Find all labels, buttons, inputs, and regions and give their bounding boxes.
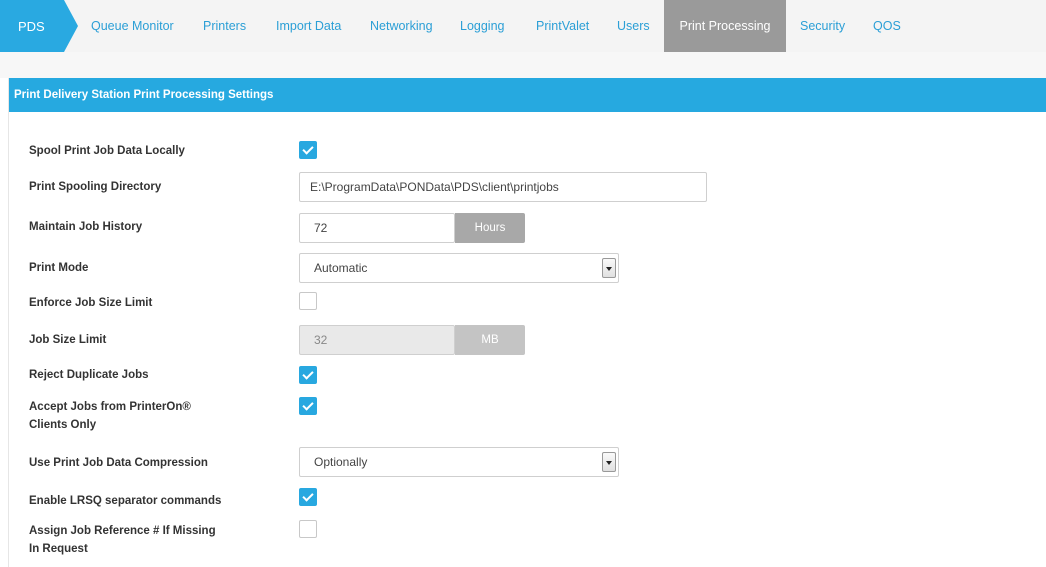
enforce-size-checkbox[interactable] [299,292,317,310]
tab-import-data[interactable]: Import Data [276,0,341,52]
label-spool-dir: Print Spooling Directory [29,181,162,193]
label-spool-locally: Spool Print Job Data Locally [29,145,185,157]
compression-value: Optionally [314,455,368,469]
panel-title: Print Delivery Station Print Processing … [14,89,274,101]
tab-printvalet[interactable]: PrintValet [536,0,589,52]
label-accept-printeron-line1: Accept Jobs from PrinterOn® [29,401,191,413]
label-compression: Use Print Job Data Compression [29,457,208,469]
lrsq-checkbox[interactable] [299,488,317,506]
panel-header: Print Delivery Station Print Processing … [9,78,1046,112]
tab-queue-monitor[interactable]: Queue Monitor [91,0,174,52]
tab-printers[interactable]: Printers [203,0,246,52]
job-history-unit: Hours [455,213,525,243]
label-assign-ref-line2: In Request [29,543,88,555]
reject-duplicates-checkbox[interactable] [299,366,317,384]
nav-home-label: PDS [18,19,45,34]
chevron-down-icon[interactable] [602,258,616,278]
tab-print-processing[interactable]: Print Processing [664,0,786,52]
compression-select[interactable]: Optionally [299,447,619,477]
label-reject-duplicates: Reject Duplicate Jobs [29,369,149,381]
label-assign-ref-line1: Assign Job Reference # If Missing [29,525,216,537]
nav-spacer [0,52,1046,78]
tab-security[interactable]: Security [800,0,845,52]
size-limit-unit: MB [455,325,525,355]
tab-qos[interactable]: QOS [873,0,901,52]
settings-panel: Print Delivery Station Print Processing … [8,78,1046,567]
spool-locally-checkbox[interactable] [299,141,317,159]
label-job-history: Maintain Job History [29,221,143,233]
label-size-limit: Job Size Limit [29,334,107,346]
tab-networking[interactable]: Networking [370,0,433,52]
chevron-down-icon[interactable] [602,452,616,472]
label-lrsq: Enable LRSQ separator commands [29,495,222,507]
accept-printeron-checkbox[interactable] [299,397,317,415]
nav-home-pds[interactable]: PDS [0,0,78,52]
label-print-mode: Print Mode [29,262,89,274]
label-enforce-size: Enforce Job Size Limit [29,297,153,309]
tab-users[interactable]: Users [617,0,650,52]
tab-logging[interactable]: Logging [460,0,505,52]
print-mode-select[interactable]: Automatic [299,253,619,283]
size-limit-input[interactable]: 32 [299,325,455,355]
spool-dir-input[interactable]: E:\ProgramData\PONData\PDS\client\printj… [299,172,707,202]
assign-ref-checkbox[interactable] [299,520,317,538]
top-navigation: PDS Queue Monitor Printers Import Data N… [0,0,1046,52]
label-accept-printeron-line2: Clients Only [29,419,97,431]
print-mode-value: Automatic [314,261,368,275]
job-history-input[interactable]: 72 [299,213,455,243]
